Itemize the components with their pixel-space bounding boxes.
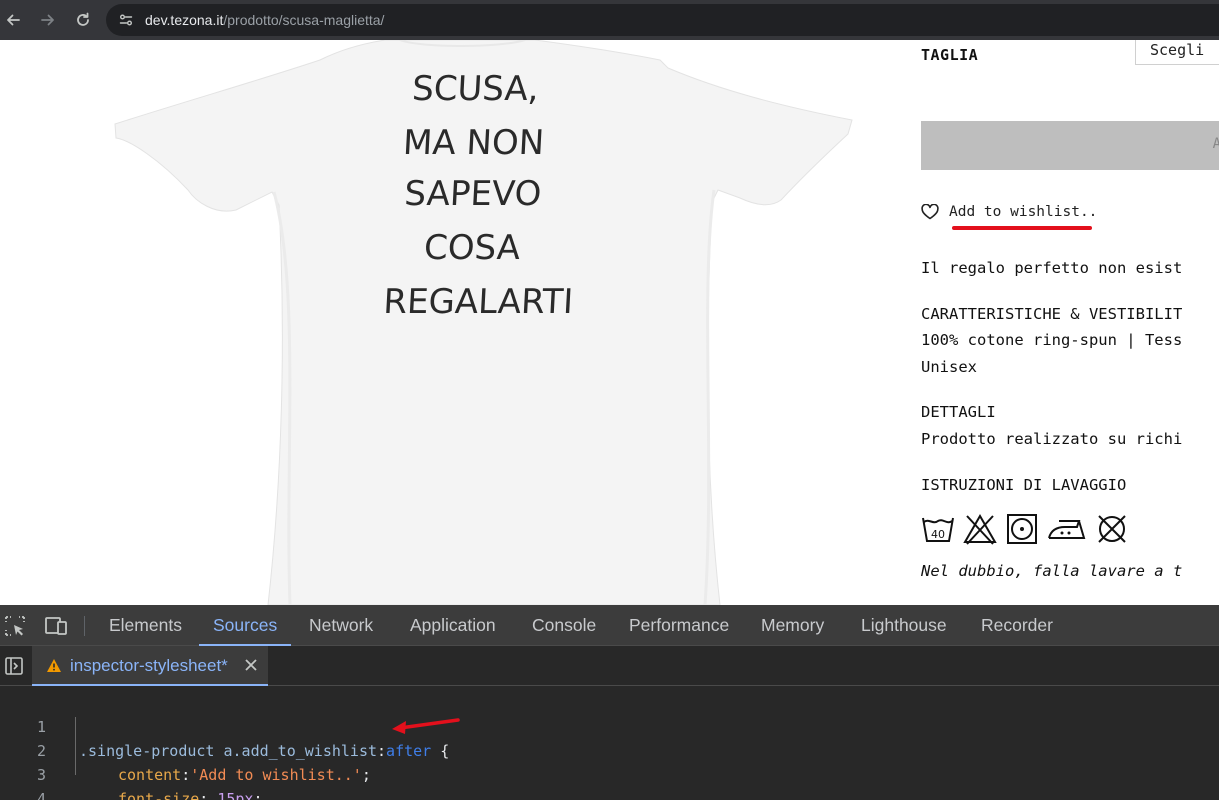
css-semicolon: ; [253,790,263,800]
back-icon [7,14,20,26]
devtools-tabbar: Elements Sources Network Application Con… [0,605,1219,646]
size-label: TAGLIA [921,46,979,64]
tab-recorder[interactable]: Recorder [981,605,1053,646]
css-semicolon: ; [361,766,371,784]
tumble-dry-icon [1007,514,1037,544]
css-colon: : [181,766,191,784]
line-number: 4 [36,790,46,800]
reload-button[interactable] [71,8,95,32]
features-line: 100% cotone ring-spun | Tess [921,331,1183,349]
css-property: content [118,766,182,784]
url-host: dev.tezona.it [145,12,224,28]
shirt-text-line: COSA [423,228,521,268]
code-editor[interactable]: 1 .single-product a.add_to_wishlist:afte… [0,691,1219,800]
size-select[interactable]: Scegli [1135,40,1219,65]
back-button[interactable] [1,8,25,32]
tab-console[interactable]: Console [532,605,596,646]
tab-lighthouse[interactable]: Lighthouse [861,605,947,646]
browser-toolbar: dev.tezona.it/prodotto/scusa-maglietta/ [0,0,1219,40]
file-name: inspector-stylesheet* [70,656,228,675]
annotation-underline [952,226,1092,230]
css-colon: : [377,742,387,760]
no-dry-clean-icon [1098,515,1126,543]
wash-icons: 40 [921,512,1129,546]
tab-performance[interactable]: Performance [629,605,729,646]
shirt-text-line: SAPEVO [403,174,542,214]
shirt-text-line: SCUSA, [411,69,540,109]
wash-40-icon: 40 [922,517,954,542]
inspect-element-icon[interactable] [3,614,27,638]
forward-icon [41,14,54,26]
product-info: TAGLIA Scegli A Add to wishlist.. Il reg… [921,40,1219,605]
url-path: /prodotto/scusa-maglietta/ [223,12,385,28]
css-property: font-size [118,790,200,800]
details-title: DETTAGLI [921,403,996,421]
shirt-text-line: REGALARTI [382,282,574,322]
forward-button[interactable] [36,8,60,32]
heart-icon [921,204,939,220]
close-icon[interactable] [243,657,259,673]
features-title: CARATTERISTICHE & VESTIBILIT [921,305,1183,323]
tab-application[interactable]: Application [410,605,496,646]
iron-icon [1048,520,1086,539]
tab-sources[interactable]: Sources [198,605,292,646]
wash-note: Nel dubbio, falla lavare a t [921,562,1183,580]
tab-memory[interactable]: Memory [761,605,824,646]
add-to-cart-button[interactable]: A [921,121,1219,170]
css-pseudo: after [386,742,432,760]
devtools-panel: Elements Sources Network Application Con… [0,605,1219,800]
toggle-navigator-icon[interactable] [4,656,24,676]
shirt-text-line: MA NON [402,123,545,163]
site-info-icon[interactable] [118,12,134,28]
warning-icon [47,659,61,672]
url-text[interactable]: dev.tezona.it/prodotto/scusa-maglietta/ [145,12,384,28]
toolbar-separator [84,616,85,636]
tab-elements[interactable]: Elements [109,605,182,646]
css-open-brace: { [431,742,450,760]
product-image[interactable]: SCUSA, MA NON SAPEVO COSA REGALARTI [0,40,900,605]
css-value: 'Add to wishlist..' [190,766,362,784]
css-colon: : [199,790,218,800]
sources-file-tabs: inspector-stylesheet* [0,646,1219,686]
css-selector: .single-product a.add_to_wishlist [79,742,378,760]
css-value: 15px [217,790,254,800]
code-line: 1 .single-product a.add_to_wishlist:afte… [0,691,449,760]
wash-temp: 40 [931,528,945,541]
code-line: 2 content:'Add to wishlist..'; [0,715,371,784]
description-intro: Il regalo perfetto non esist [921,259,1183,277]
code-line: 3 font-size: 15px; [0,739,263,800]
address-bar[interactable]: dev.tezona.it/prodotto/scusa-maglietta/ [106,4,1219,36]
washing-title: ISTRUZIONI DI LAVAGGIO [921,476,1127,494]
code-line: 4 } [0,763,54,800]
reload-icon [77,12,89,26]
features-line: Unisex [921,358,977,376]
add-to-cart-label: A [1212,136,1219,152]
file-tab-inspector-stylesheet[interactable]: inspector-stylesheet* [32,646,268,686]
no-bleach-icon [963,513,997,545]
tab-network[interactable]: Network [309,605,373,646]
annotation-arrow-icon [392,718,460,734]
add-to-wishlist-link[interactable]: Add to wishlist.. [921,204,1097,220]
device-toolbar-icon[interactable] [44,614,68,638]
product-page: SCUSA, MA NON SAPEVO COSA REGALARTI TAGL… [0,40,1219,605]
wishlist-label: Add to wishlist.. [949,204,1098,220]
details-text: Prodotto realizzato su richi [921,430,1183,448]
